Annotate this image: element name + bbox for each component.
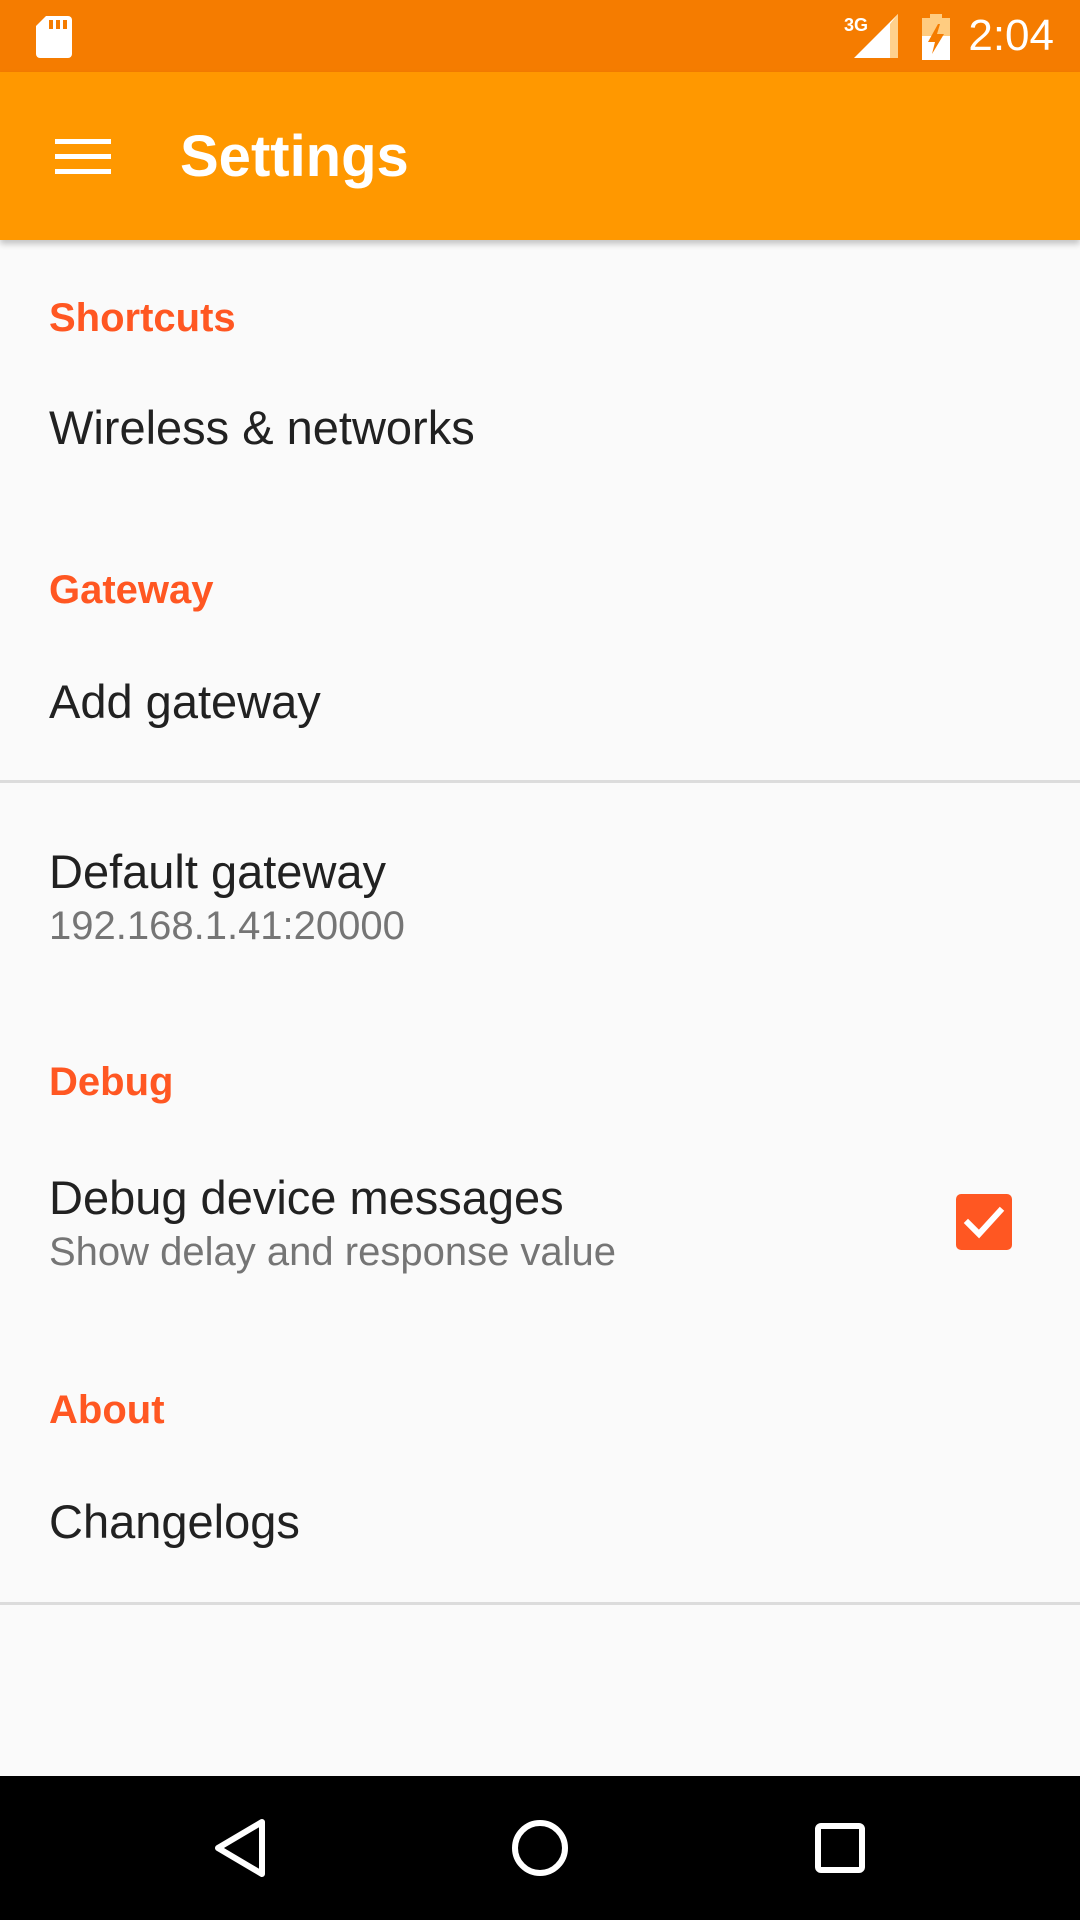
menu-icon[interactable] — [48, 126, 120, 186]
section-header-debug: Debug — [49, 1060, 174, 1104]
pref-title: Debug device messages — [49, 1171, 564, 1224]
pref-debug-device-messages[interactable]: Debug device messages Show delay and res… — [0, 1120, 1080, 1330]
pref-wireless-networks[interactable]: Wireless & networks — [0, 360, 1080, 500]
recents-icon[interactable] — [792, 1800, 888, 1896]
check-icon — [963, 1206, 1005, 1239]
divider — [0, 780, 1080, 783]
home-icon[interactable] — [492, 1800, 588, 1896]
page-title: Settings — [180, 124, 409, 189]
status-time: 2:04 — [968, 11, 1054, 60]
pref-add-gateway[interactable]: Add gateway — [0, 630, 1080, 780]
pref-title: Changelogs — [49, 1495, 300, 1548]
section-header-shortcuts: Shortcuts — [49, 296, 236, 340]
status-bar: 3G 2:04 — [0, 0, 1080, 72]
pref-summary: Show delay and response value — [49, 1230, 617, 1274]
pref-changelogs[interactable]: Changelogs — [0, 1450, 1080, 1600]
pref-title: Add gateway — [49, 675, 321, 728]
signal-3g-icon: 3G — [844, 14, 898, 58]
section-header-about: About — [49, 1388, 165, 1432]
sd-card-icon — [36, 16, 72, 58]
section-header-gateway: Gateway — [49, 568, 214, 612]
navigation-bar — [0, 1776, 1080, 1920]
debug-checkbox[interactable] — [956, 1194, 1012, 1250]
pref-summary: 192.168.1.41:20000 — [49, 904, 405, 948]
pref-title: Default gateway — [49, 845, 387, 898]
divider — [0, 1602, 1080, 1605]
pref-title: Wireless & networks — [49, 401, 475, 454]
app-bar: Settings — [0, 72, 1080, 240]
battery-charging-icon — [922, 14, 950, 60]
pref-default-gateway[interactable]: Default gateway 192.168.1.41:20000 — [0, 784, 1080, 974]
svg-text:3G: 3G — [844, 15, 868, 35]
back-icon[interactable] — [192, 1800, 288, 1896]
